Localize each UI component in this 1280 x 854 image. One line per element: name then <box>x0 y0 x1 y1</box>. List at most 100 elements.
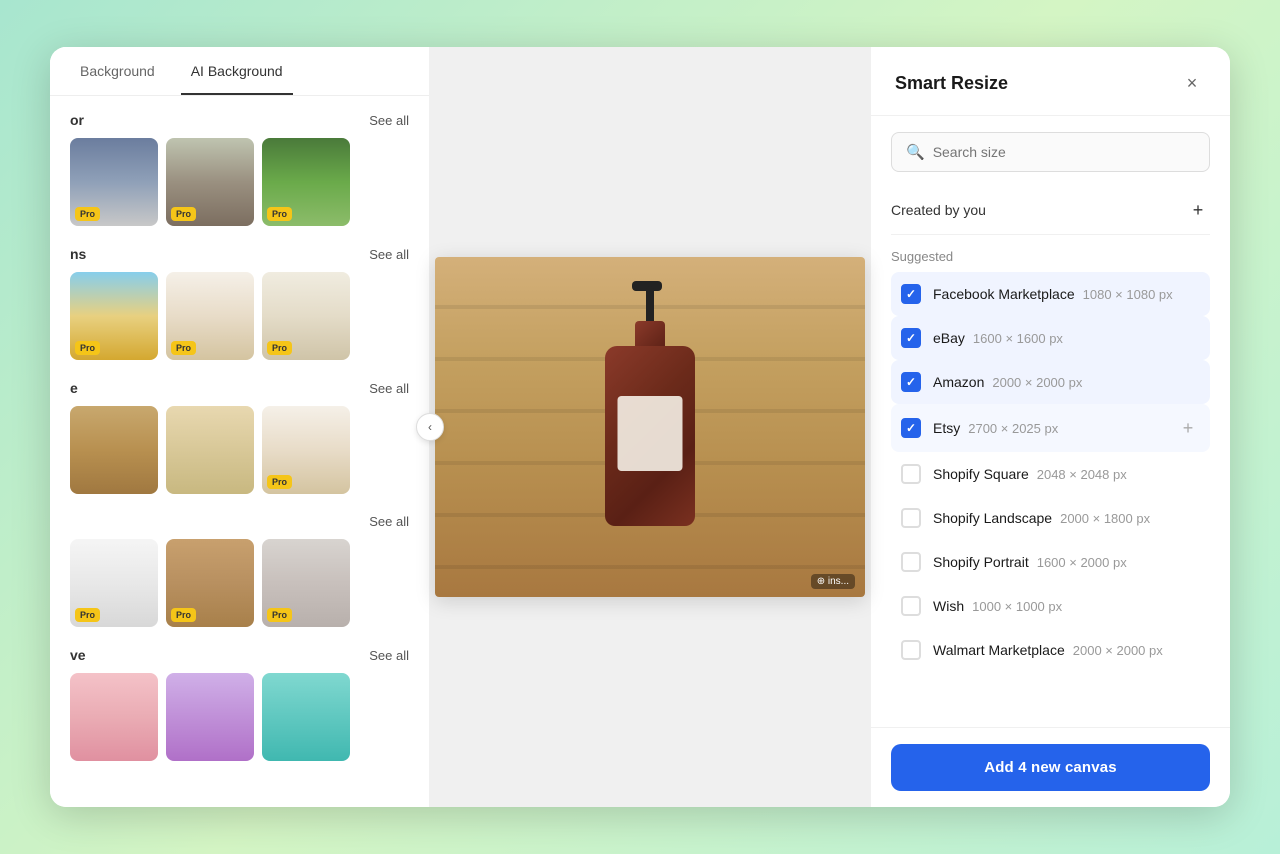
section-room: See all Pro Pro Pro <box>70 514 409 627</box>
section-title-outdoor: or <box>70 112 84 128</box>
tab-ai-background[interactable]: AI Background <box>181 47 293 95</box>
see-all-outdoor[interactable]: See all <box>369 113 409 128</box>
size-item-facebook[interactable]: Facebook Marketplace 1080 × 1080 px <box>891 272 1210 316</box>
size-name-etsy: Etsy <box>933 420 960 436</box>
created-by-you-label: Created by you <box>891 202 986 218</box>
size-info-walmart: Walmart Marketplace 2000 × 2000 px <box>933 642 1200 658</box>
see-all-arch[interactable]: See all <box>369 247 409 262</box>
size-dims-shopify-landscape: 2000 × 1800 px <box>1060 511 1150 526</box>
checkbox-facebook[interactable] <box>901 284 921 304</box>
size-item-walmart[interactable]: Walmart Marketplace 2000 × 2000 px <box>891 628 1210 672</box>
sidebar-tabs: Background AI Background <box>50 47 429 96</box>
thumb-teal[interactable] <box>262 673 350 761</box>
see-all-wood[interactable]: See all <box>369 381 409 396</box>
bottle-pump <box>646 286 654 326</box>
size-info-amazon: Amazon 2000 × 2000 px <box>933 374 1200 390</box>
section-header-arch: ns See all <box>70 246 409 262</box>
thumb-floor[interactable]: Pro <box>166 539 254 627</box>
pro-badge-floor: Pro <box>171 608 196 622</box>
pro-badge-arch-white: Pro <box>267 341 292 355</box>
thumb-wood-nat[interactable] <box>70 406 158 494</box>
size-dims-etsy: 2700 × 2025 px <box>968 421 1058 436</box>
search-box[interactable]: 🔍 <box>891 132 1210 172</box>
search-input[interactable] <box>933 144 1195 160</box>
checkbox-shopify-landscape[interactable] <box>901 508 921 528</box>
checkbox-walmart[interactable] <box>901 640 921 660</box>
thumb-row-abstract <box>70 673 409 761</box>
add-canvas-button[interactable]: Add 4 new canvas <box>891 744 1210 791</box>
size-item-ebay[interactable]: eBay 1600 × 1600 px <box>891 316 1210 360</box>
thumb-forest[interactable]: Pro <box>262 138 350 226</box>
size-item-amazon[interactable]: Amazon 2000 × 2000 px <box>891 360 1210 404</box>
sidebar-content: or See all Pro Pro Pro <box>50 96 429 797</box>
checkbox-shopify-portrait[interactable] <box>901 552 921 572</box>
pro-badge-wood-nat2: Pro <box>267 475 292 489</box>
panel-body: Created by you + Suggested Facebook Mark… <box>871 184 1230 727</box>
size-info-shopify-square: Shopify Square 2048 × 2048 px <box>933 466 1200 482</box>
thumb-purple[interactable] <box>166 673 254 761</box>
size-item-shopify-landscape[interactable]: Shopify Landscape 2000 × 1800 px <box>891 496 1210 540</box>
section-header-outdoor: or See all <box>70 112 409 128</box>
size-item-shopify-square[interactable]: Shopify Square 2048 × 2048 px <box>891 452 1210 496</box>
pro-badge-arch-gold: Pro <box>75 341 100 355</box>
thumb-wood-nat2[interactable]: Pro <box>262 406 350 494</box>
checkbox-etsy[interactable] <box>901 418 921 438</box>
size-name-wish: Wish <box>933 598 964 614</box>
thumb-arch-white[interactable]: Pro <box>262 272 350 360</box>
thumb-pink[interactable] <box>70 673 158 761</box>
canvas-image: ⊕ ins... <box>435 257 865 597</box>
thumb-carpet[interactable]: Pro <box>262 539 350 627</box>
section-header-abstract: ve See all <box>70 647 409 663</box>
bottle-body <box>605 346 695 526</box>
panel-footer: Add 4 new canvas <box>871 727 1230 807</box>
size-item-wish[interactable]: Wish 1000 × 1000 px <box>891 584 1210 628</box>
size-dims-shopify-square: 2048 × 2048 px <box>1037 467 1127 482</box>
thumb-row-arch: Pro Pro Pro <box>70 272 409 360</box>
size-info-etsy: Etsy 2700 × 2025 px <box>933 420 1164 436</box>
checkbox-amazon[interactable] <box>901 372 921 392</box>
thumb-arch-cream[interactable]: Pro <box>166 272 254 360</box>
size-name-amazon: Amazon <box>933 374 984 390</box>
size-info-wish: Wish 1000 × 1000 px <box>933 598 1200 614</box>
section-title-wood: e <box>70 380 78 396</box>
size-info-shopify-portrait: Shopify Portrait 1600 × 2000 px <box>933 554 1200 570</box>
size-name-shopify-square: Shopify Square <box>933 466 1029 482</box>
thumb-arch-gold[interactable]: Pro <box>70 272 158 360</box>
size-item-shopify-portrait[interactable]: Shopify Portrait 1600 × 2000 px <box>891 540 1210 584</box>
size-name-shopify-portrait: Shopify Portrait <box>933 554 1029 570</box>
suggested-label: Suggested <box>891 235 1210 272</box>
created-by-you-section: Created by you + <box>891 184 1210 235</box>
close-panel-button[interactable]: × <box>1178 69 1206 97</box>
add-custom-size-button[interactable]: + <box>1186 198 1210 222</box>
collapse-sidebar-button[interactable]: ‹ <box>416 413 444 441</box>
section-header-wood: e See all <box>70 380 409 396</box>
size-dims-facebook: 1080 × 1080 px <box>1083 287 1173 302</box>
checkbox-ebay[interactable] <box>901 328 921 348</box>
thumb-row-room: Pro Pro Pro <box>70 539 409 627</box>
product-bottle <box>590 306 710 526</box>
canvas-watermark: ⊕ ins... <box>811 574 855 589</box>
see-all-room[interactable]: See all <box>369 514 409 529</box>
pro-badge-carpet: Pro <box>267 608 292 622</box>
thumb-room-white[interactable]: Pro <box>70 539 158 627</box>
section-header-room: See all <box>70 514 409 529</box>
size-dims-amazon: 2000 × 2000 px <box>992 375 1082 390</box>
size-add-button-etsy[interactable]: + <box>1176 416 1200 440</box>
size-name-shopify-landscape: Shopify Landscape <box>933 510 1052 526</box>
see-all-abstract[interactable]: See all <box>369 648 409 663</box>
bottle-label <box>618 396 683 471</box>
thumb-wood-light[interactable] <box>166 406 254 494</box>
checkbox-shopify-square[interactable] <box>901 464 921 484</box>
canvas-area: ⊕ ins... ‹ <box>430 47 870 807</box>
thumb-row-wood: Pro <box>70 406 409 494</box>
size-info-facebook: Facebook Marketplace 1080 × 1080 px <box>933 286 1200 302</box>
size-item-etsy[interactable]: Etsy 2700 × 2025 px + <box>891 404 1210 452</box>
size-name-ebay: eBay <box>933 330 965 346</box>
size-dims-ebay: 1600 × 1600 px <box>973 331 1063 346</box>
pro-badge-arch-cream: Pro <box>171 341 196 355</box>
thumb-city[interactable]: Pro <box>70 138 158 226</box>
tab-background[interactable]: Background <box>70 47 165 95</box>
checkbox-wish[interactable] <box>901 596 921 616</box>
thumb-paris[interactable]: Pro <box>166 138 254 226</box>
size-dims-walmart: 2000 × 2000 px <box>1073 643 1163 658</box>
